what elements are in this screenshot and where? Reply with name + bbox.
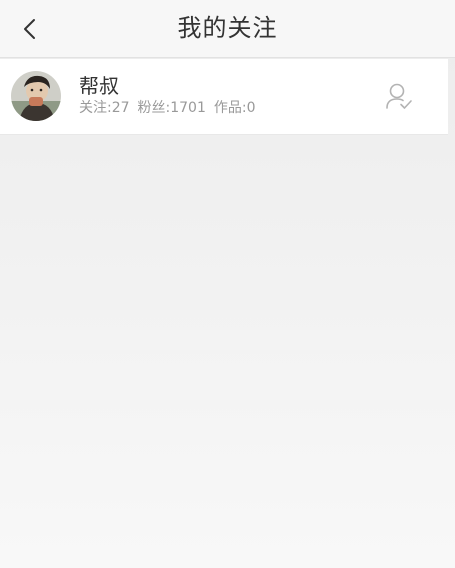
following-count: 关注:27 [79,100,130,116]
page-title: 我的关注 [177,14,278,42]
back-button[interactable] [14,13,46,45]
user-stats: 关注:27 粉丝:1701 作品:0 [79,99,256,117]
user-name: 帮叔 [79,74,119,98]
followed-status-button[interactable] [382,79,416,113]
chevron-left-icon [24,19,35,39]
followed-user-icon [386,83,412,109]
list-item[interactable]: 帮叔 关注:27 粉丝:1701 作品:0 [0,59,448,135]
works-count: 作品:0 [213,100,256,116]
navigation-bar: 我的关注 [0,0,455,58]
followers-count: 粉丝:1701 [137,100,206,116]
avatar[interactable] [11,71,61,121]
